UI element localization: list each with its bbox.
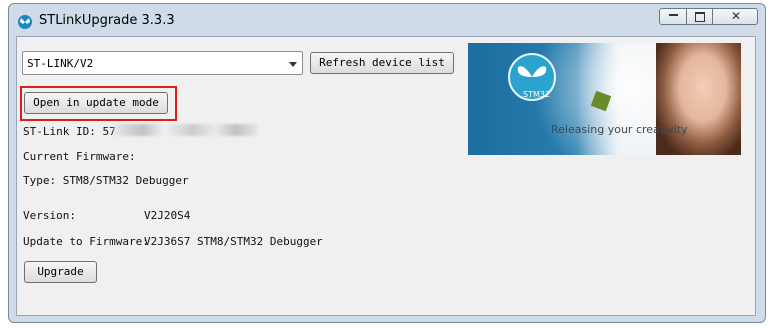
refresh-device-list-button[interactable]: Refresh device list [310, 52, 454, 74]
version-label: Version: [23, 209, 76, 222]
banner-tagline: Releasing your creativity [551, 123, 688, 136]
current-firmware-label: Current Firmware: [23, 150, 136, 163]
close-icon: ✕ [731, 9, 742, 23]
stlink-id-label: ST-Link ID: 57 [23, 125, 116, 138]
chevron-down-icon [289, 62, 297, 67]
close-button[interactable]: ✕ [712, 8, 758, 25]
app-butterfly-icon [18, 15, 32, 29]
main-panel: ST-LINK/V2 Refresh device list Open in u… [16, 36, 756, 316]
device-select-value: ST-LINK/V2 [27, 57, 94, 70]
minimize-icon [669, 12, 678, 16]
minimize-button[interactable] [659, 8, 687, 25]
device-select[interactable]: ST-LINK/V2 [22, 51, 303, 75]
title-bar[interactable]: STLinkUpgrade 3.3.3 ✕ [9, 4, 765, 36]
version-value: V2J20S4 [144, 209, 191, 222]
update-firmware-value: V2J36S7 STM8/STM32 Debugger [144, 235, 323, 248]
stm32-logo-text: STM32 [523, 90, 551, 99]
type-label: Type: STM8/STM32 Debugger [23, 174, 189, 187]
maximize-icon [695, 12, 705, 22]
stlink-id-redacted [114, 124, 258, 136]
child-photo [656, 43, 741, 155]
window-title: STLinkUpgrade 3.3.3 [39, 13, 175, 28]
stm32-banner-image: STM32 Releasing your creativity [468, 43, 741, 155]
update-firmware-label: Update to Firmware: [23, 235, 149, 248]
open-update-mode-button[interactable]: Open in update mode [24, 92, 168, 114]
maximize-button[interactable] [686, 8, 713, 25]
upgrade-button[interactable]: Upgrade [24, 261, 97, 283]
app-window: STLinkUpgrade 3.3.3 ✕ ST-LINK/V2 Refresh… [8, 3, 766, 323]
